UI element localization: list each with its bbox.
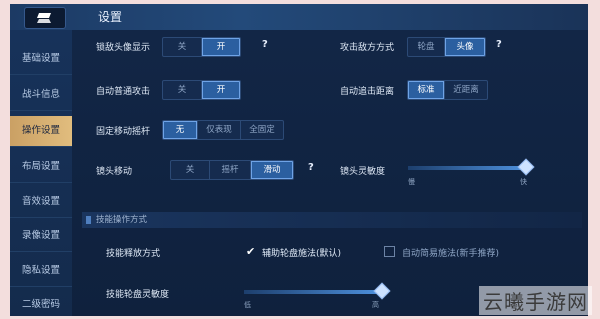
section-marker-icon [86, 216, 91, 224]
skill-section-title: 技能操作方式 [96, 215, 148, 225]
skill-release-option-simple[interactable]: 自动简易施法(新手推荐) [402, 246, 499, 259]
auto-attack-off[interactable]: 关 [163, 81, 202, 99]
camera-sensitivity-slider[interactable] [408, 158, 535, 176]
sidebar-item-basic[interactable]: 基础设置 [10, 44, 72, 75]
sidebar-item-battle-info[interactable]: 战斗信息 [10, 80, 72, 111]
camera-move-toggle: 关 摇杆 滑动 [170, 160, 294, 180]
skill-section-header: 技能操作方式 [82, 212, 582, 228]
enemy-avatar-toggle: 关 开 [162, 37, 241, 57]
auto-chase-standard[interactable]: 标准 [408, 81, 445, 99]
controls-panel: 锁敌头像显示 关 开 ? 攻击敌方方式 轮盘 头像 ? 自动普通攻击 关 开 自… [72, 30, 588, 316]
skill-release-label: 技能释放方式 [106, 249, 161, 259]
attack-target-toggle: 轮盘 头像 [407, 37, 486, 57]
skill-wheel-sensitivity-knob[interactable] [373, 282, 391, 300]
attack-target-help-icon[interactable]: ? [496, 39, 502, 50]
camera-sensitivity-max: 快 [520, 178, 527, 186]
title-bar: 设置 [10, 4, 588, 30]
enemy-avatar-off[interactable]: 关 [163, 38, 202, 56]
enemy-avatar-on[interactable]: 开 [202, 38, 240, 56]
site-watermark: 云曦手游网 [479, 286, 592, 315]
checkmark-icon[interactable]: ✔ [246, 246, 257, 257]
skill-wheel-sensitivity-slider[interactable] [244, 282, 391, 300]
fixed-joystick-none[interactable]: 无 [163, 121, 198, 139]
sidebar: 基础设置 战斗信息 操作设置 布局设置 音效设置 录像设置 隐私设置 二级密码 [10, 30, 72, 316]
page-title: 设置 [98, 10, 123, 24]
auto-attack-on[interactable]: 开 [202, 81, 240, 99]
auto-chase-label: 自动追击距离 [340, 87, 395, 97]
sidebar-item-replay[interactable]: 录像设置 [10, 221, 72, 252]
attack-target-avatar[interactable]: 头像 [445, 38, 485, 56]
auto-attack-toggle: 关 开 [162, 80, 241, 100]
sidebar-item-secondary-password[interactable]: 二级密码 [10, 290, 72, 316]
skill-wheel-sensitivity-label: 技能轮盘灵敏度 [106, 290, 170, 300]
camera-move-joystick[interactable]: 摇杆 [210, 161, 251, 179]
camera-sensitivity-label: 镜头灵敏度 [340, 167, 386, 177]
camera-sensitivity-track [408, 166, 530, 170]
enemy-avatar-label: 锁敌头像显示 [96, 43, 151, 53]
sidebar-item-privacy[interactable]: 隐私设置 [10, 256, 72, 287]
fixed-joystick-visual-only[interactable]: 仅表现 [198, 121, 241, 139]
settings-window: 设置 基础设置 战斗信息 操作设置 布局设置 音效设置 录像设置 隐私设置 二级… [10, 4, 588, 316]
fixed-joystick-full[interactable]: 全固定 [241, 121, 283, 139]
auto-chase-near[interactable]: 近距离 [445, 81, 487, 99]
fixed-joystick-toggle: 无 仅表现 全固定 [162, 120, 284, 140]
auto-chase-toggle: 标准 近距离 [407, 80, 488, 100]
enemy-avatar-help-icon[interactable]: ? [262, 39, 268, 50]
back-button[interactable] [24, 7, 66, 29]
skill-wheel-sensitivity-min: 低 [244, 301, 251, 309]
skill-release-simple-checkbox[interactable] [384, 246, 395, 257]
attack-target-wheel[interactable]: 轮盘 [408, 38, 445, 56]
camera-sensitivity-knob[interactable] [517, 158, 535, 176]
camera-sensitivity-min: 慢 [408, 178, 415, 186]
camera-move-off[interactable]: 关 [171, 161, 210, 179]
skill-release-option-assisted[interactable]: 辅助轮盘施法(默认) [262, 246, 341, 259]
camera-move-help-icon[interactable]: ? [308, 162, 314, 173]
fixed-joystick-label: 固定移动摇杆 [96, 127, 151, 137]
camera-move-label: 镜头移动 [96, 167, 133, 177]
attack-target-label: 攻击敌方方式 [340, 43, 395, 53]
skill-wheel-sensitivity-track [244, 290, 386, 294]
camera-move-swipe[interactable]: 滑动 [251, 161, 293, 179]
sidebar-item-controls[interactable]: 操作设置 [10, 116, 72, 147]
back-arrow-icon [37, 13, 51, 23]
skill-wheel-sensitivity-max: 高 [372, 301, 379, 309]
auto-attack-label: 自动普通攻击 [96, 87, 151, 97]
sidebar-item-sound[interactable]: 音效设置 [10, 187, 72, 218]
sidebar-item-layout[interactable]: 布局设置 [10, 152, 72, 183]
